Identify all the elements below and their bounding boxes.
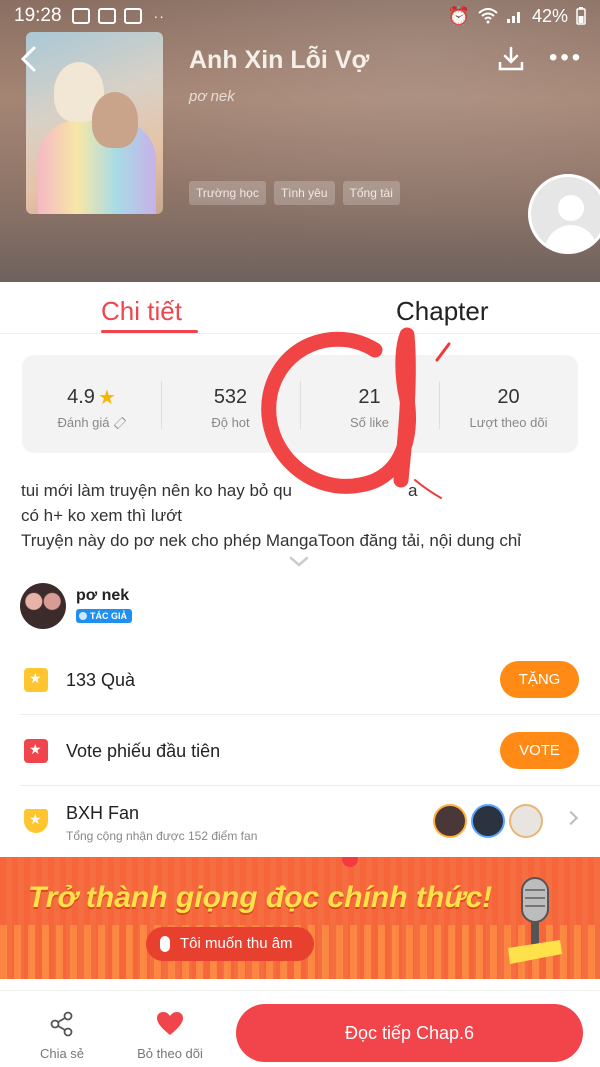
pencil-icon [113,416,126,429]
tab-bar: Chi tiết Chapter [0,282,600,334]
vote-row: Vote phiếu đầu tiên VOTE [0,716,600,786]
fan-avatar [433,804,467,838]
user-avatar[interactable] [528,174,600,254]
tag[interactable]: Tình yêu [273,181,335,205]
likes-value: 21 [358,385,381,408]
banner-indicator [342,857,358,867]
tag-list: Trường học Tình yêu Tổng tài [189,181,400,205]
back-button[interactable] [16,44,44,74]
stat-rating[interactable]: 4.9 ★ Đánh giá [22,355,161,453]
unfollow-label: Bỏ theo dõi [137,1046,203,1061]
book-header: Anh Xin Lỗi Vợ pơ nek Trường học Tình yê… [0,0,600,282]
bottom-bar: Chia sẻ Bỏ theo dõi Đọc tiếp Chap.6 [0,990,600,1067]
cover-image[interactable] [26,32,163,214]
gift-button[interactable]: TẶNG [500,661,579,698]
fan-rank-row[interactable]: BXH Fan Tổng cộng nhận được 152 điểm fan [0,787,600,857]
hot-value: 532 [213,385,248,408]
gift-row: 133 Quà TẶNG [0,645,600,715]
more-options-icon[interactable]: ••• [549,46,583,70]
author-name: pơ nek [76,587,130,604]
gift-icon [24,668,48,692]
book-author[interactable]: pơ nek [189,88,235,105]
stat-followers: 20 Lượt theo dõi [439,355,578,453]
gallery-icon [71,8,90,24]
chevron-down-icon[interactable] [289,556,309,568]
microphone-icon [160,936,170,952]
stat-likes: 21 Số like [300,355,439,453]
record-button[interactable]: Tôi muốn thu âm [146,927,314,961]
fan-avatar [471,804,505,838]
back-arrow-icon [20,46,36,72]
continue-reading-button[interactable]: Đọc tiếp Chap.6 [236,1004,583,1062]
vote-button[interactable]: VOTE [500,732,579,769]
tag[interactable]: Trường học [189,181,266,205]
author-badge: TÁC GIẢ [76,609,132,623]
heart-icon [157,1012,183,1035]
unfollow-button[interactable]: Bỏ theo dõi [130,1011,210,1061]
record-button-label: Tôi muốn thu âm [180,935,293,952]
description-line-tail: a [408,481,418,500]
description-line: tui mới làm truyện nên ko hay bỏ qu [21,481,293,500]
star-icon: ★ [97,386,116,409]
signal-icon [506,12,520,23]
trophy-icon [24,809,48,833]
fan-avatars [433,804,543,838]
description[interactable]: tui mới làm truyện nên ko hay bỏ qu a có … [21,478,581,553]
rating-label: Đánh giá [57,415,110,430]
likes-label: Số like [349,415,390,430]
description-line: Truyện này do pơ nek cho phép MangaToon … [21,531,522,550]
app-icon [123,8,142,24]
author-avatar[interactable] [20,583,66,629]
hot-label: Độ hot [211,415,250,430]
chevron-right-icon [563,810,579,826]
author-row[interactable]: pơ nek TÁC GIẢ [20,583,580,631]
tab-details[interactable]: Chi tiết [101,296,182,327]
stats-card: 4.9 ★ Đánh giá 532 Độ hot 21 Số like 20 L… [22,355,578,453]
divider [0,333,600,334]
fan-rank-subtitle: Tổng cộng nhận được 152 điểm fan [66,829,258,843]
share-icon [50,1011,73,1037]
tag[interactable]: Tổng tài [342,181,400,205]
ticket-icon [24,739,48,763]
banner-title: Trở thành giọng đọc chính thức! [28,881,493,914]
status-bar: 19:28 ·· ⏰ 42% [0,0,600,32]
stat-hot: 532 Độ hot [161,355,300,453]
followers-label: Lượt theo dõi [469,415,548,430]
tab-chapter[interactable]: Chapter [396,296,489,327]
fan-rank-label: BXH Fan [66,803,140,823]
status-time: 19:28 [14,5,62,26]
battery-percent: 42% [531,5,568,26]
book-title: Anh Xin Lỗi Vợ [189,46,370,74]
microphone-illustration-icon [508,877,562,964]
download-button[interactable] [497,46,525,72]
youtube-icon [97,8,116,24]
battery-icon [576,7,586,25]
status-dots: ·· [153,8,165,24]
share-label: Chia sẻ [39,1046,85,1061]
wifi-icon [478,8,498,24]
vote-label: Vote phiếu đầu tiên [66,741,221,761]
gift-count: 133 Quà [66,670,136,690]
followers-value: 20 [497,385,520,408]
share-button[interactable]: Chia sẻ [22,1011,102,1061]
rating-value: 4.9 [67,385,95,408]
alarm-icon: ⏰ [447,5,470,26]
description-line: có h+ ko xem thì lướt [21,506,182,525]
download-icon [498,46,524,71]
fan-avatar [509,804,543,838]
